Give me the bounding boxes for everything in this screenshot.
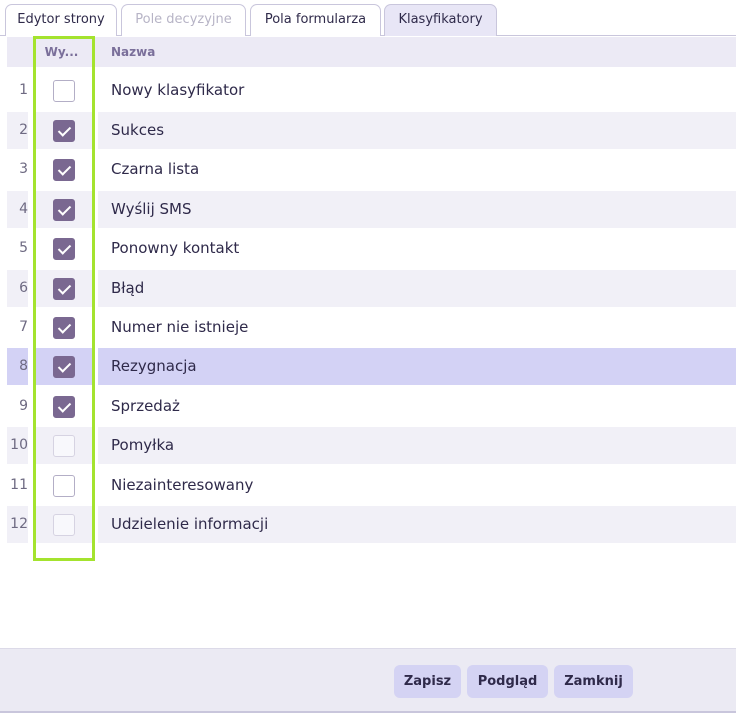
tab-page-editor[interactable]: Edytor strony: [5, 4, 117, 36]
tab-classifiers[interactable]: Klasyfikatory: [384, 4, 497, 36]
name-cell[interactable]: Udzielenie informacji: [98, 506, 736, 543]
classifier-name: Numer nie istnieje: [111, 318, 249, 336]
checkbox-cell: [35, 309, 92, 346]
checkbox-cell: [35, 151, 92, 188]
table-row[interactable]: 9 Sprzedaż: [0, 388, 736, 425]
table-row[interactable]: 10 Pomyłka: [0, 427, 736, 464]
table-row[interactable]: 7 Numer nie istnieje: [0, 309, 736, 346]
row-checkbox[interactable]: [53, 120, 75, 142]
checkbox-cell: [35, 72, 92, 109]
row-checkbox[interactable]: [53, 475, 75, 497]
row-number: 7: [19, 319, 28, 335]
save-button[interactable]: Zapisz: [394, 665, 461, 698]
row-checkbox[interactable]: [53, 199, 75, 221]
table-row[interactable]: 2 Sukces: [0, 112, 736, 149]
row-checkbox[interactable]: [53, 278, 75, 300]
checkbox-cell: [35, 388, 92, 425]
name-cell[interactable]: Nowy klasyfikator: [98, 72, 736, 109]
checkbox-cell: [35, 191, 92, 228]
classifier-name: Ponowny kontakt: [111, 239, 240, 257]
name-cell[interactable]: Czarna lista: [98, 151, 736, 188]
row-checkbox[interactable]: [53, 356, 75, 378]
name-cell[interactable]: Sprzedaż: [98, 388, 736, 425]
row-checkbox[interactable]: [53, 435, 75, 457]
name-cell[interactable]: Pomyłka: [98, 427, 736, 464]
name-cell[interactable]: Niezainteresowany: [98, 467, 736, 504]
name-cell[interactable]: Numer nie istnieje: [98, 309, 736, 346]
classifier-name: Nowy klasyfikator: [111, 81, 245, 99]
row-checkbox[interactable]: [53, 396, 75, 418]
classifier-name: Czarna lista: [111, 160, 200, 178]
row-number: 2: [7, 112, 28, 149]
checkbox-cell: [35, 230, 92, 267]
row-number: 12: [7, 506, 28, 543]
name-cell[interactable]: Rezygnacja: [98, 348, 736, 385]
table-row[interactable]: 4 Wyślij SMS: [0, 191, 736, 228]
checkbox-cell: [35, 427, 92, 464]
close-button[interactable]: Zamknij: [554, 665, 633, 698]
classifier-name: Udzielenie informacji: [111, 515, 269, 533]
classifier-name: Pomyłka: [111, 436, 175, 454]
checkbox-cell: [35, 506, 92, 543]
row-number: 10: [7, 427, 28, 464]
table-row[interactable]: 6 Błąd: [0, 270, 736, 307]
footer-bar: Zapisz Podgląd Zamknij: [0, 648, 736, 713]
row-checkbox[interactable]: [53, 514, 75, 536]
row-number: 1: [19, 82, 28, 98]
table-row[interactable]: 5 Ponowny kontakt: [0, 230, 736, 267]
preview-button[interactable]: Podgląd: [467, 665, 548, 698]
row-number: 6: [7, 270, 28, 307]
name-cell[interactable]: Wyślij SMS: [98, 191, 736, 228]
name-cell[interactable]: Sukces: [98, 112, 736, 149]
name-cell[interactable]: Ponowny kontakt: [98, 230, 736, 267]
checkbox-cell: [35, 467, 92, 504]
classifier-name: Rezygnacja: [111, 357, 197, 375]
column-header-selected[interactable]: Wy...: [35, 37, 88, 67]
row-number: 3: [19, 161, 28, 177]
tab-bar: Edytor strony Pole decyzyjne Pola formul…: [0, 0, 736, 36]
classifier-name: Błąd: [111, 279, 145, 297]
classifier-name: Niezainteresowany: [111, 476, 254, 494]
row-number: 8: [7, 348, 28, 385]
row-checkbox[interactable]: [53, 238, 75, 260]
classifier-name: Wyślij SMS: [111, 200, 192, 218]
row-number: 4: [7, 191, 28, 228]
tab-decision-field[interactable]: Pole decyzyjne: [121, 4, 246, 36]
column-header-name[interactable]: Nazwa: [111, 37, 155, 67]
classifier-name: Sprzedaż: [111, 397, 180, 415]
row-number: 11: [10, 477, 28, 493]
table-row[interactable]: 12 Udzielenie informacji: [0, 506, 736, 543]
row-checkbox[interactable]: [53, 80, 75, 102]
row-number: 9: [19, 398, 28, 414]
classifier-name: Sukces: [111, 121, 165, 139]
table-row[interactable]: 11 Niezainteresowany: [0, 467, 736, 504]
checkbox-cell: [35, 348, 92, 385]
row-checkbox[interactable]: [53, 317, 75, 339]
grid-header: Wy... Nazwa: [7, 37, 736, 67]
row-checkbox[interactable]: [53, 159, 75, 181]
checkbox-cell: [35, 270, 92, 307]
name-cell[interactable]: Błąd: [98, 270, 736, 307]
table-row[interactable]: 8 Rezygnacja: [0, 348, 736, 385]
checkbox-cell: [35, 112, 92, 149]
row-number: 5: [19, 240, 28, 256]
table-row[interactable]: 1 Nowy klasyfikator: [0, 72, 736, 109]
table-row[interactable]: 3 Czarna lista: [0, 151, 736, 188]
tab-form-fields[interactable]: Pola formularza: [250, 4, 381, 36]
